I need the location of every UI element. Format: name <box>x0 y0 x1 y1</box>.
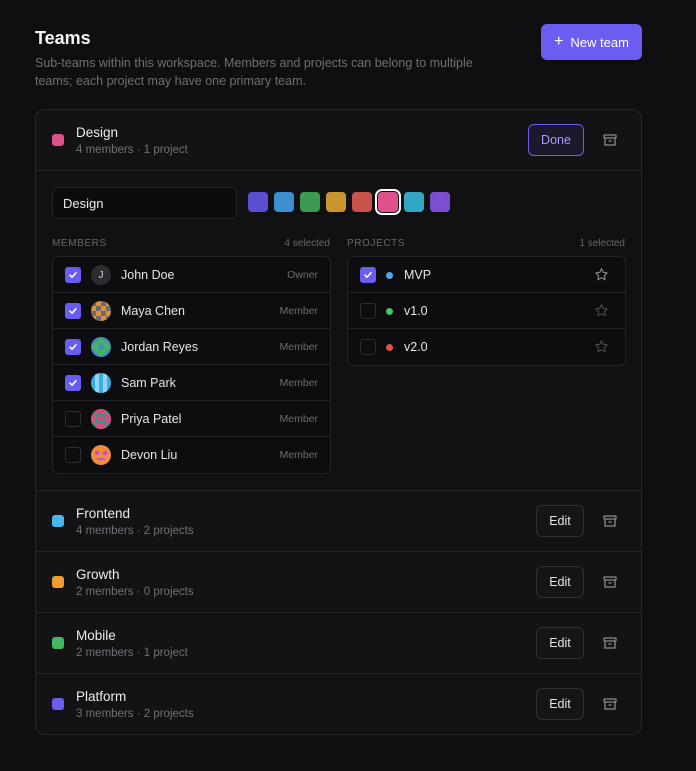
projects-list: MVP v1.0 v2.0 <box>347 256 626 366</box>
member-role: Member <box>279 377 318 389</box>
avatar <box>91 337 111 357</box>
team-name: Growth <box>76 567 120 582</box>
team-name: Design <box>76 125 119 140</box>
project-color-dot <box>386 308 393 315</box>
member-name: Jordan Reyes <box>121 340 199 354</box>
team-name: Frontend <box>76 506 131 521</box>
project-checkbox[interactable] <box>360 339 376 355</box>
project-checkbox[interactable] <box>360 303 376 319</box>
avatar <box>91 373 111 393</box>
edit-button[interactable]: Edit <box>536 566 584 598</box>
team-name: Mobile <box>76 628 116 643</box>
primary-star-icon[interactable] <box>594 267 609 282</box>
member-role: Member <box>279 449 318 461</box>
members-label: MEMBERS <box>52 238 107 249</box>
member-checkbox[interactable] <box>65 447 81 463</box>
member-row[interactable]: Maya Chen Member <box>53 293 330 329</box>
team-meta: 4 members · 2 projects <box>76 525 194 537</box>
project-checkbox[interactable] <box>360 267 376 283</box>
edit-button[interactable]: Edit <box>536 505 584 537</box>
project-name: v1.0 <box>404 304 428 318</box>
archive-icon[interactable] <box>602 132 618 148</box>
team-color-dot <box>52 134 64 146</box>
team-name-input[interactable] <box>52 187 237 219</box>
color-swatch[interactable] <box>404 192 424 212</box>
member-name: Priya Patel <box>121 412 182 426</box>
edit-button[interactable]: Edit <box>536 688 584 720</box>
member-checkbox[interactable] <box>65 375 81 391</box>
avatar <box>91 301 111 321</box>
done-button[interactable]: Done <box>528 124 584 156</box>
member-row[interactable]: J John Doe Owner <box>53 257 330 293</box>
team-color-dot <box>52 515 64 527</box>
team-color-dot <box>52 637 64 649</box>
project-color-dot <box>386 272 393 279</box>
member-checkbox[interactable] <box>65 411 81 427</box>
teams-card: Design 4 members · 1 project Done MEMBER… <box>35 109 642 735</box>
avatar <box>91 445 111 465</box>
member-name: Devon Liu <box>121 448 178 462</box>
member-role: Member <box>279 341 318 353</box>
plus-icon: + <box>554 32 564 50</box>
members-count: 4 selected <box>284 238 330 249</box>
member-checkbox[interactable] <box>65 303 81 319</box>
archive-icon[interactable] <box>602 696 618 712</box>
color-swatch[interactable] <box>430 192 450 212</box>
team-color-dot <box>52 698 64 710</box>
project-color-dot <box>386 344 393 351</box>
projects-count: 1 selected <box>579 238 625 249</box>
team-meta: 3 members · 2 projects <box>76 708 194 720</box>
color-swatch[interactable] <box>326 192 346 212</box>
color-swatch[interactable] <box>352 192 372 212</box>
archive-icon[interactable] <box>602 635 618 651</box>
team-meta: 2 members · 0 projects <box>76 586 194 598</box>
member-name: John Doe <box>121 268 175 282</box>
project-row[interactable]: v2.0 <box>348 329 625 365</box>
color-swatch[interactable] <box>300 192 320 212</box>
team-row-growth: Growth 2 members · 0 projects Edit <box>36 552 641 613</box>
primary-star-icon[interactable] <box>594 339 609 354</box>
color-swatch[interactable] <box>274 192 294 212</box>
team-color-dot <box>52 576 64 588</box>
team-name: Platform <box>76 689 127 704</box>
team-meta: 4 members · 1 project <box>76 144 188 156</box>
project-row[interactable]: MVP <box>348 257 625 293</box>
color-swatch[interactable] <box>375 189 401 215</box>
member-role: Member <box>279 413 318 425</box>
page-title: Teams <box>35 28 91 48</box>
member-name: Maya Chen <box>121 304 185 318</box>
member-row[interactable]: Sam Park Member <box>53 365 330 401</box>
member-name: Sam Park <box>121 376 176 390</box>
avatar: J <box>91 265 111 285</box>
team-row-platform: Platform 3 members · 2 projects Edit <box>36 674 641 734</box>
project-name: v2.0 <box>404 340 428 354</box>
color-swatch[interactable] <box>248 192 268 212</box>
new-team-label: New team <box>570 34 629 50</box>
team-editor-panel: MEMBERS 4 selected PROJECTS 1 selected J… <box>36 171 641 491</box>
member-row[interactable]: Jordan Reyes Member <box>53 329 330 365</box>
member-row[interactable]: Priya Patel Member <box>53 401 330 437</box>
new-team-button[interactable]: + New team <box>541 24 642 60</box>
team-row-mobile: Mobile 2 members · 1 project Edit <box>36 613 641 674</box>
projects-label: PROJECTS <box>347 238 406 249</box>
member-row[interactable]: Devon Liu Member <box>53 437 330 473</box>
archive-icon[interactable] <box>602 513 618 529</box>
team-row-design: Design 4 members · 1 project Done <box>36 110 641 171</box>
member-role: Member <box>279 305 318 317</box>
archive-icon[interactable] <box>602 574 618 590</box>
team-row-frontend: Frontend 4 members · 2 projects Edit <box>36 491 641 552</box>
project-name: MVP <box>404 268 432 282</box>
team-meta: 2 members · 1 project <box>76 647 188 659</box>
primary-star-icon[interactable] <box>594 303 609 318</box>
avatar <box>91 409 111 429</box>
edit-button[interactable]: Edit <box>536 627 584 659</box>
project-row[interactable]: v1.0 <box>348 293 625 329</box>
members-list: J John Doe Owner Maya Chen Member Jordan… <box>52 256 331 474</box>
member-role: Owner <box>287 269 318 281</box>
page-subtitle: Sub-teams within this workspace. Members… <box>35 56 473 88</box>
member-checkbox[interactable] <box>65 339 81 355</box>
member-checkbox[interactable] <box>65 267 81 283</box>
